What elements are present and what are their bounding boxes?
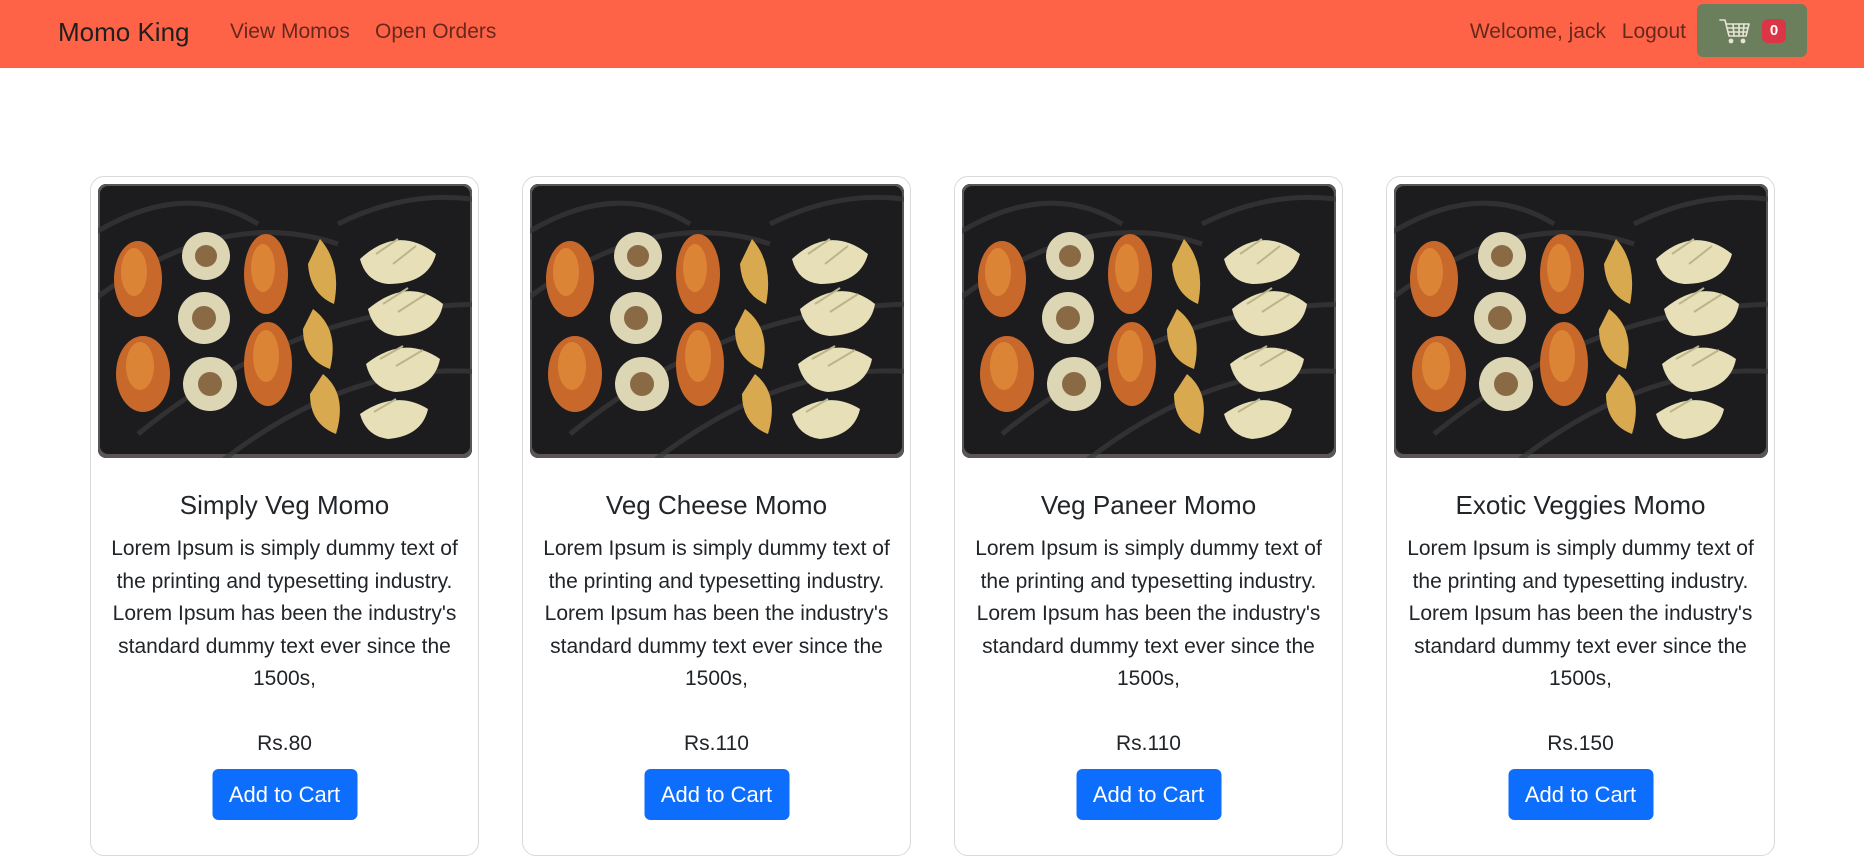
add-to-cart-button[interactable]: Add to Cart xyxy=(212,769,357,820)
brand-logo-text[interactable]: Momo King xyxy=(58,14,190,50)
product-price: Rs.80 xyxy=(257,732,312,755)
logout-link[interactable]: Logout xyxy=(1622,17,1686,47)
cart-button[interactable]: 0 xyxy=(1697,4,1807,57)
cart-count-badge: 0 xyxy=(1761,18,1787,43)
top-navbar: Momo King View Momos Open Orders Welcome… xyxy=(0,0,1864,68)
nav-view-momos[interactable]: View Momos xyxy=(230,17,350,47)
product-price: Rs.110 xyxy=(1116,732,1181,755)
product-name: Veg Paneer Momo xyxy=(1040,490,1257,520)
product-image xyxy=(962,184,1336,458)
product-name: Simply Veg Momo xyxy=(179,490,390,520)
product-image xyxy=(530,184,904,458)
product-card: Veg Cheese Momo Lorem Ipsum is simply du… xyxy=(522,176,911,856)
add-to-cart-button[interactable]: Add to Cart xyxy=(1508,769,1653,820)
product-description: Lorem Ipsum is simply dummy text of the … xyxy=(543,537,890,690)
product-grid: Simply Veg Momo Lorem Ipsum is simply du… xyxy=(90,176,1775,856)
add-to-cart-button[interactable]: Add to Cart xyxy=(1076,769,1221,820)
product-name: Veg Cheese Momo xyxy=(605,490,828,520)
product-image xyxy=(1394,184,1768,458)
shopping-cart-icon xyxy=(1719,18,1750,43)
product-name: Exotic Veggies Momo xyxy=(1455,490,1706,520)
product-description: Lorem Ipsum is simply dummy text of the … xyxy=(111,537,458,690)
product-price: Rs.110 xyxy=(684,732,749,755)
product-card: Exotic Veggies Momo Lorem Ipsum is simpl… xyxy=(1386,176,1775,856)
product-price: Rs.150 xyxy=(1547,732,1614,755)
product-card: Veg Paneer Momo Lorem Ipsum is simply du… xyxy=(954,176,1343,856)
product-image xyxy=(98,184,472,458)
add-to-cart-button[interactable]: Add to Cart xyxy=(644,769,789,820)
product-description: Lorem Ipsum is simply dummy text of the … xyxy=(1407,537,1754,690)
product-description: Lorem Ipsum is simply dummy text of the … xyxy=(975,537,1322,690)
welcome-text: Welcome, jack xyxy=(1469,20,1606,43)
product-card: Simply Veg Momo Lorem Ipsum is simply du… xyxy=(90,176,479,856)
nav-open-orders[interactable]: Open Orders xyxy=(375,17,496,47)
